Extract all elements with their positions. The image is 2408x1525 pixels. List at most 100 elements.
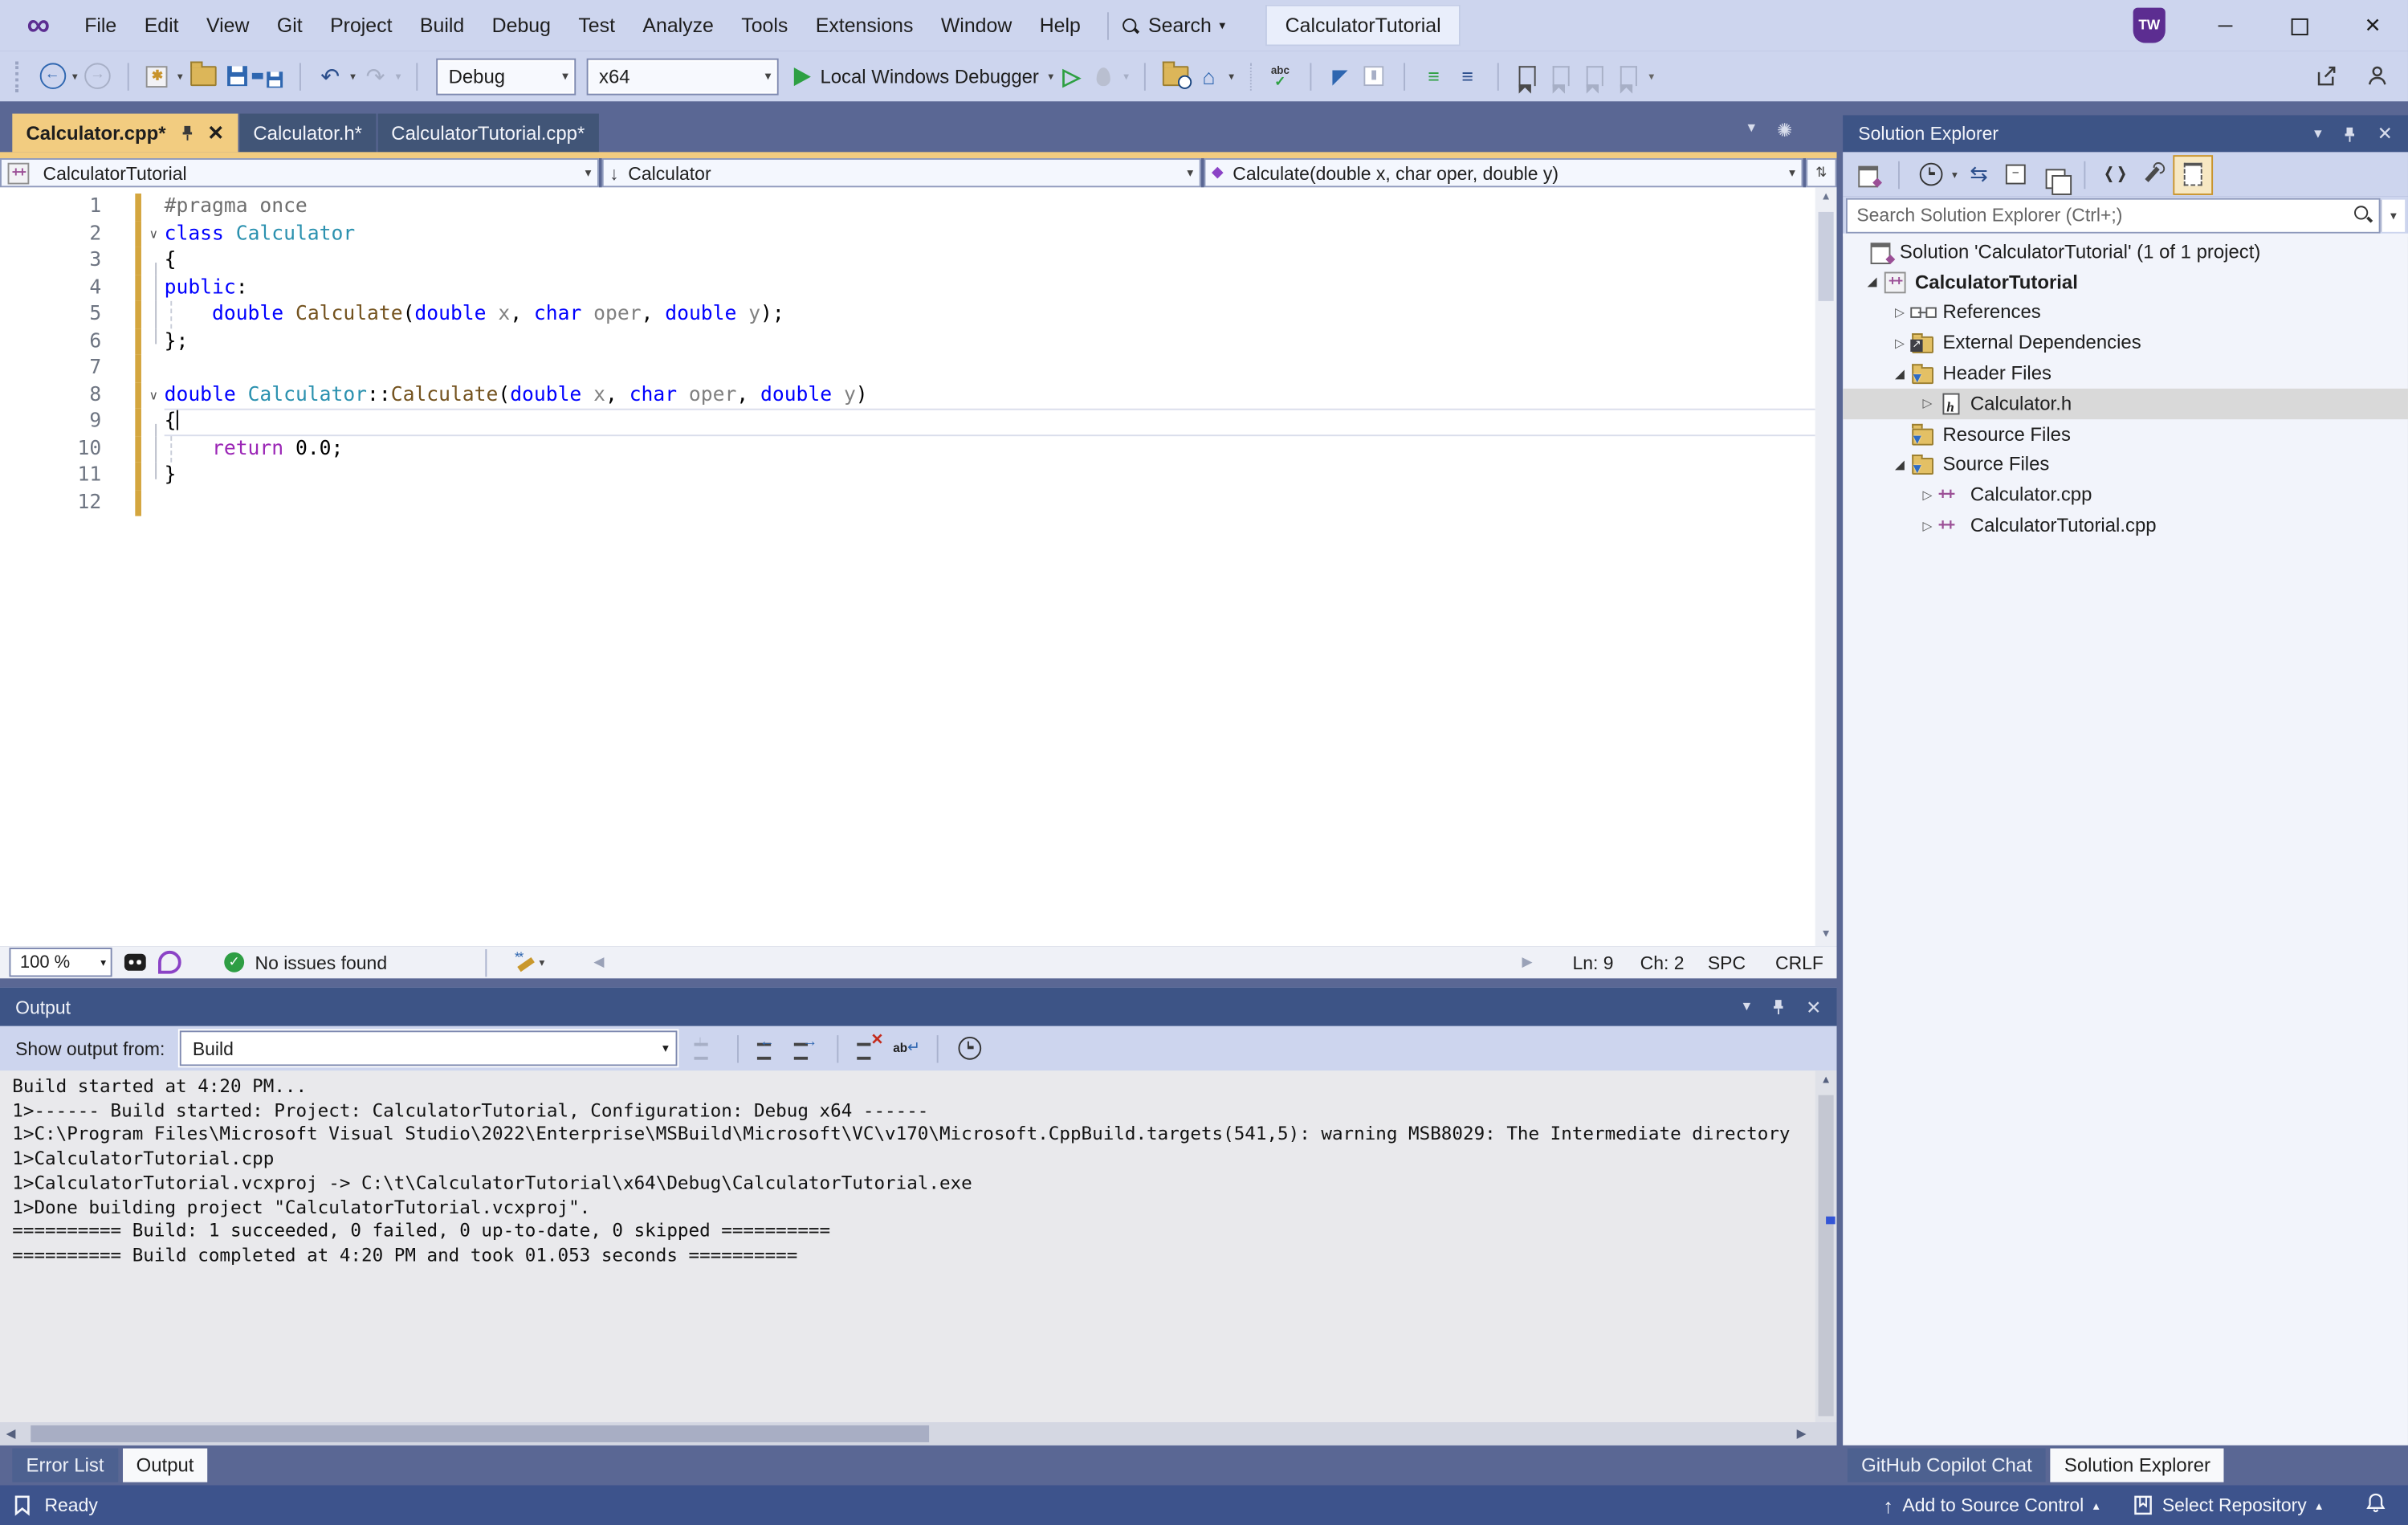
code-line-text[interactable]: }; xyxy=(165,328,1815,354)
code-line-text[interactable]: double Calculator::Calculate(double x, c… xyxy=(165,381,1815,408)
menu-extensions[interactable]: Extensions xyxy=(802,0,927,51)
code-line[interactable]: 9{ xyxy=(0,408,1815,436)
document-list-chevron-icon[interactable]: ▾ xyxy=(1748,120,1756,141)
properties-wrench-icon[interactable] xyxy=(2136,157,2170,191)
solution-platform-dropdown[interactable]: x64 ▾ xyxy=(586,57,779,95)
redo-chevron-icon[interactable]: ▾ xyxy=(396,70,401,82)
undo-chevron-icon[interactable]: ▾ xyxy=(350,70,356,82)
code-line-text[interactable]: double Calculate(double x, char oper, do… xyxy=(165,300,1815,328)
titlebar-solution-box[interactable]: CalculatorTutorial xyxy=(1265,4,1461,47)
format-selection-icon[interactable]: ▮ xyxy=(1359,59,1389,93)
code-line[interactable]: 7 xyxy=(0,354,1815,381)
tree-item-calculatortutorial[interactable]: ◢ ++ CalculatorTutorial xyxy=(1843,267,2408,297)
solution-configuration-dropdown[interactable]: Debug ▾ xyxy=(436,57,577,95)
previous-message-icon[interactable]: ← xyxy=(753,1031,787,1065)
tree-item-calculator-cpp[interactable]: ▷ ++ Calculator.cpp xyxy=(1843,479,2408,510)
redo-button[interactable]: ↷ xyxy=(361,59,391,93)
tree-item-resource-files[interactable]: ▼ Resource Files xyxy=(1843,419,2408,450)
expanded-arrow-icon[interactable]: ◢ xyxy=(1889,366,1911,380)
toggle-bookmark-icon[interactable] xyxy=(1512,59,1542,94)
pin-icon[interactable] xyxy=(2342,125,2357,142)
menu-git[interactable]: Git xyxy=(263,0,316,51)
menu-test[interactable]: Test xyxy=(564,0,629,51)
close-button[interactable]: ✕ xyxy=(2346,0,2398,51)
scroll-up-arrow-icon[interactable]: ▲ xyxy=(1815,1070,1837,1092)
navigate-back-button[interactable]: ← xyxy=(37,59,67,93)
view-code-icon[interactable]: ❬❭ xyxy=(2099,157,2133,191)
collapsed-arrow-icon[interactable]: ▷ xyxy=(1889,336,1911,349)
current-code-line-text[interactable]: { xyxy=(164,408,1815,436)
tree-item-calculator-h[interactable]: ▷ h Calculator.h xyxy=(1843,388,2408,419)
menu-build[interactable]: Build xyxy=(406,0,479,51)
tab-settings-gear-icon[interactable]: ✺ xyxy=(1777,120,1792,141)
code-line-text[interactable] xyxy=(165,355,1815,381)
code-line-text[interactable]: public: xyxy=(165,274,1815,300)
save-button[interactable] xyxy=(221,59,251,93)
code-line[interactable]: 6}; xyxy=(0,328,1815,354)
fold-collapse-icon[interactable]: ∨ xyxy=(143,220,165,247)
previous-bookmark-icon[interactable] xyxy=(1546,59,1576,94)
code-cleanup-broom-icon[interactable] xyxy=(515,948,536,973)
document-tab[interactable]: CalculatorTutorial.cpp* xyxy=(377,113,599,153)
code-editor[interactable]: 1 #pragma once 2 ∨ class Calculator 3{4 public… xyxy=(0,187,1837,947)
select-mode-icon[interactable]: ◤ xyxy=(1325,59,1355,93)
line-indicator[interactable]: Ln: 9 xyxy=(1573,952,1640,973)
sync-with-active-document-icon[interactable]: ⇆ xyxy=(1962,157,1995,191)
member-dropdown[interactable]: ◆ Calculate(double x, char oper, double … xyxy=(1204,157,1803,188)
hscroll-right-arrow-icon[interactable]: ▶ xyxy=(1522,954,1533,971)
start-without-debugging-icon[interactable]: ▷ xyxy=(1063,62,1081,90)
collapsed-arrow-icon[interactable]: ▷ xyxy=(1917,488,1938,502)
start-debugging-button[interactable]: Local Windows Debugger xyxy=(820,65,1038,87)
code-line-text[interactable]: return 0.0; xyxy=(165,435,1815,462)
clear-bookmarks-icon[interactable] xyxy=(1613,59,1644,94)
add-to-source-control-button[interactable]: ↑ Add to Source Control ▴ xyxy=(1871,1494,2112,1517)
intellicode-icon[interactable] xyxy=(157,950,181,974)
word-wrap-icon[interactable]: ab ↵ xyxy=(890,1031,923,1065)
output-log[interactable]: Build started at 4:20 PM... 1>------ Buil… xyxy=(0,1070,1837,1423)
undo-button[interactable]: ↶ xyxy=(315,59,345,93)
show-all-files-icon[interactable] xyxy=(2172,154,2213,194)
code-line[interactable]: 4 public: xyxy=(0,274,1815,301)
close-pane-icon[interactable]: ✕ xyxy=(2377,123,2393,145)
new-project-chevron-icon[interactable]: ▾ xyxy=(177,70,183,82)
issues-status-label[interactable]: No issues found xyxy=(255,952,387,973)
save-all-button[interactable] xyxy=(255,59,286,93)
code-line[interactable]: 12 xyxy=(0,489,1815,516)
document-tab[interactable]: Calculator.cpp* ✕ xyxy=(12,113,238,153)
notifications-bell-icon[interactable] xyxy=(2365,1491,2386,1519)
menu-debug[interactable]: Debug xyxy=(478,0,564,51)
next-bookmark-icon[interactable] xyxy=(1579,59,1610,94)
code-line-text[interactable] xyxy=(165,489,1815,516)
next-message-icon[interactable]: → xyxy=(790,1031,824,1065)
tree-item-header-files[interactable]: ◢ ▼ Header Files xyxy=(1843,358,2408,389)
close-pane-icon[interactable]: ✕ xyxy=(1806,996,1821,1017)
output-vertical-scrollbar[interactable]: ▲ xyxy=(1815,1070,1837,1423)
open-file-button[interactable] xyxy=(187,59,218,93)
decrease-indent-icon[interactable]: ≡ xyxy=(1419,59,1449,93)
send-feedback-person-icon[interactable] xyxy=(2361,59,2391,93)
copilot-status-icon[interactable] xyxy=(124,953,146,971)
menu-edit[interactable]: Edit xyxy=(130,0,192,51)
pending-changes-filter-icon[interactable] xyxy=(1913,157,1947,191)
hot-reload-icon[interactable] xyxy=(1088,59,1118,93)
code-line-text[interactable]: { xyxy=(165,247,1815,274)
toolbar-grip[interactable] xyxy=(15,60,23,92)
code-line[interactable]: 5 double Calculate(double x, char oper, … xyxy=(0,300,1815,328)
code-line[interactable]: 8 ∨ double Calculator::Calculate(double x,… xyxy=(0,381,1815,408)
navigate-back-chevron-icon[interactable]: ▾ xyxy=(72,70,78,82)
code-line[interactable]: 3{ xyxy=(0,247,1815,275)
collapsed-arrow-icon[interactable]: ▷ xyxy=(1917,519,1938,532)
menu-tools[interactable]: Tools xyxy=(727,0,801,51)
pin-icon[interactable] xyxy=(180,124,195,141)
window-position-chevron-icon[interactable]: ▾ xyxy=(2314,125,2322,142)
editor-vertical-scrollbar[interactable]: ▲ ▼ xyxy=(1815,187,1837,947)
solution-explorer-titlebar[interactable]: Solution Explorer ▾ ✕ xyxy=(1843,115,2408,153)
spell-check-icon[interactable]: abc ✓ xyxy=(1265,59,1295,93)
restore-button[interactable] xyxy=(2273,0,2325,51)
menu-help[interactable]: Help xyxy=(1026,0,1095,51)
toolbar-overflow-chevron-icon[interactable]: ▾ xyxy=(1228,70,1234,82)
split-editor-icon[interactable]: ⇅ xyxy=(1806,157,1837,188)
code-line-text[interactable]: class Calculator xyxy=(165,220,1815,247)
code-line[interactable]: 1 #pragma once xyxy=(0,193,1815,220)
timestamp-clock-icon[interactable] xyxy=(953,1031,987,1065)
